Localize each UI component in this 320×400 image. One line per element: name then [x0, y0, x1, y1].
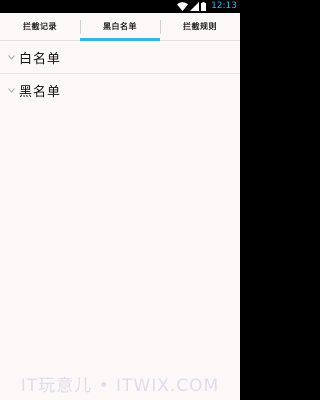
tab-bar: 拦截记录 黑白名单 拦截规则 — [0, 13, 240, 41]
tab-intercept-rules[interactable]: 拦截规则 — [160, 13, 240, 40]
tab-black-white-list[interactable]: 黑白名单 — [80, 13, 160, 41]
tab-label: 拦截记录 — [23, 22, 57, 31]
group-row-blacklist[interactable]: 黑名单 — [0, 74, 240, 107]
tab-label: 黑白名单 — [103, 22, 137, 31]
watermark: IT玩意儿 • ITWIX.COM — [20, 376, 220, 396]
group-row-whitelist[interactable]: 白名单 — [0, 41, 240, 74]
tab-intercept-log[interactable]: 拦截记录 — [0, 13, 80, 40]
group-label: 白名单 — [19, 51, 62, 67]
status-icons: 12:13 — [177, 0, 237, 13]
signal-icon — [190, 2, 200, 11]
wifi-icon — [177, 2, 189, 11]
status-bar: 12:13 — [0, 0, 240, 13]
battery-icon — [201, 2, 207, 11]
list-content: 白名单 黑名单 IT玩意儿 • ITWIX.COM — [0, 41, 240, 400]
chevron-down-icon — [7, 53, 15, 61]
chevron-down-icon — [7, 87, 15, 95]
status-time: 12:13 — [211, 1, 237, 11]
app-screen: 12:13 拦截记录 黑白名单 拦截规则 白名单 黑名单 IT玩意儿 • ITW… — [0, 0, 240, 400]
group-label: 黑名单 — [19, 85, 62, 100]
tab-label: 拦截规则 — [183, 22, 217, 31]
